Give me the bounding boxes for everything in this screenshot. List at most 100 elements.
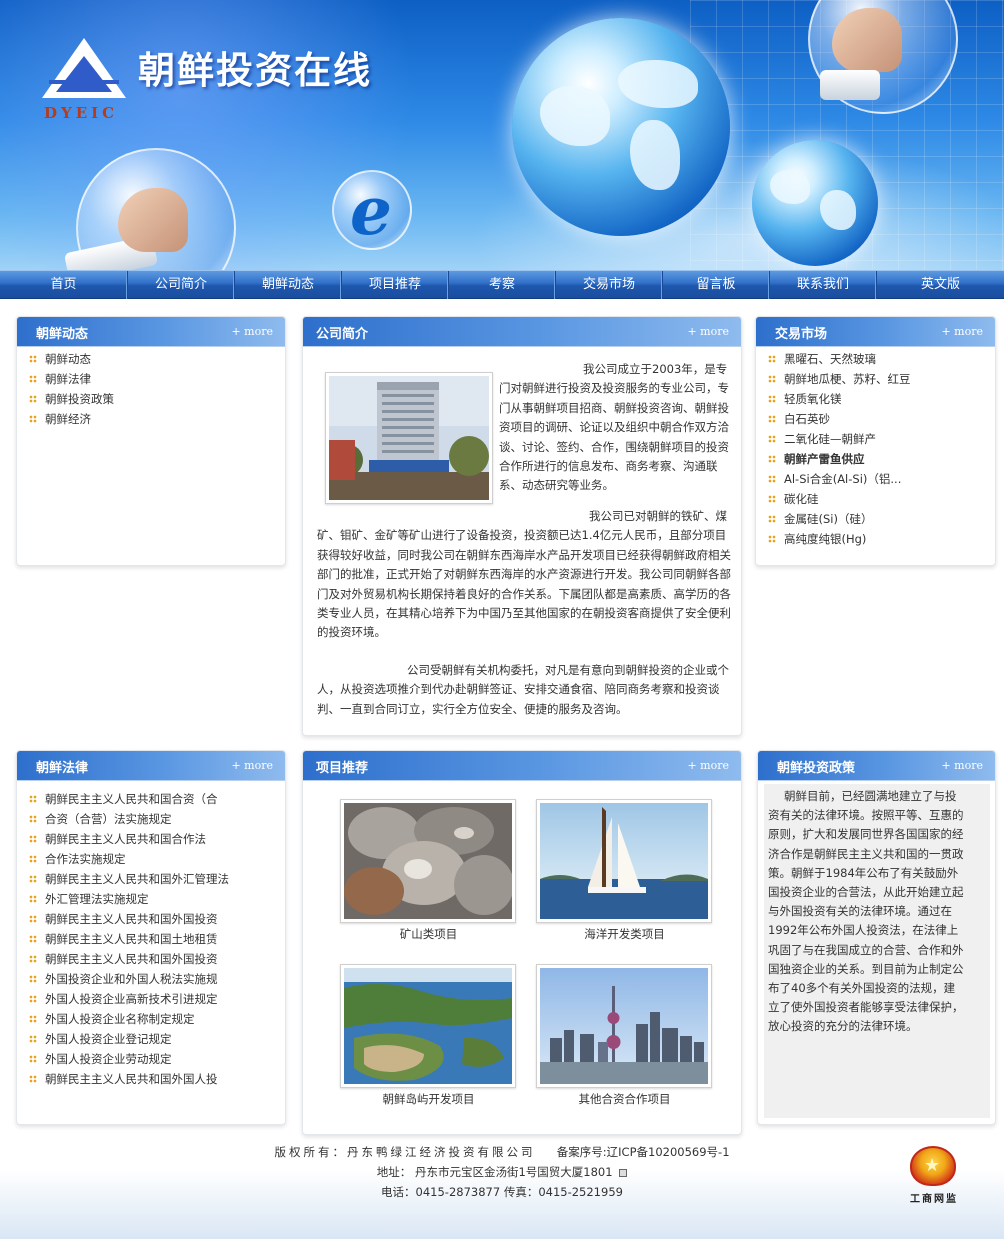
- bullet-icon: [29, 955, 37, 963]
- company-building-photo: [325, 372, 493, 504]
- project-caption[interactable]: 海洋开发类项目: [537, 926, 712, 942]
- panel-title: 公司简介: [316, 327, 369, 342]
- skyline-image: [540, 968, 708, 1084]
- more-link[interactable]: + more: [231, 759, 273, 772]
- bullet-icon: [768, 535, 776, 543]
- list-item[interactable]: 外汇管理法实施规定: [27, 889, 229, 909]
- bullet-icon: [29, 835, 37, 843]
- project-caption[interactable]: 朝鲜岛屿开发项目: [341, 1091, 516, 1107]
- handshake-icon: [118, 188, 188, 252]
- list-item[interactable]: 外国人投资企业劳动规定: [27, 1049, 229, 1069]
- list-item[interactable]: 朝鲜民主主义人民共和国外国人投: [27, 1069, 229, 1089]
- list-item[interactable]: 朝鲜民主主义人民共和国外汇管理法: [27, 869, 229, 889]
- nav-item-inspection[interactable]: 考察: [449, 271, 556, 299]
- nav-item-about[interactable]: 公司简介: [128, 271, 235, 299]
- panel-law: 朝鲜法律 + more 朝鲜民主主义人民共和国合资（合 合资（合营）法实施规定 …: [16, 750, 286, 1125]
- list-item[interactable]: 金属硅(Si)（硅）: [766, 509, 911, 529]
- project-island-photo[interactable]: [340, 964, 516, 1088]
- more-link[interactable]: + more: [231, 325, 273, 338]
- bullet-icon: [29, 395, 37, 403]
- more-link[interactable]: + more: [687, 325, 729, 338]
- nav-item-market[interactable]: 交易市场: [556, 271, 663, 299]
- project-caption[interactable]: 矿山类项目: [341, 926, 516, 942]
- more-link[interactable]: + more: [687, 759, 729, 772]
- star-icon: ★: [924, 1155, 941, 1176]
- list-item[interactable]: 朝鲜动态: [27, 349, 114, 369]
- bullet-icon: [768, 375, 776, 383]
- bullet-icon: [29, 415, 37, 423]
- list-item[interactable]: 外国人投资企业高新技术引进规定: [27, 989, 229, 1009]
- header-banner: e DYEIC 朝鲜投资在线: [0, 0, 1004, 270]
- bullet-icon: [768, 415, 776, 423]
- list-item[interactable]: 外国人投资企业名称制定规定: [27, 1009, 229, 1029]
- nav-item-home[interactable]: 首页: [0, 271, 128, 299]
- panel-profile: 公司简介 + more 我公司成立于2003年，是专门对朝鲜进行投资及投资服务的…: [302, 316, 742, 736]
- badge-label: 工商网监: [910, 1194, 958, 1205]
- more-link[interactable]: + more: [941, 759, 983, 772]
- project-other-photo[interactable]: [536, 964, 712, 1088]
- project-mining-photo[interactable]: [340, 799, 516, 923]
- panel-header: 朝鲜法律 + more: [17, 751, 285, 781]
- bullet-icon: [768, 355, 776, 363]
- bullet-icon: [29, 355, 37, 363]
- list-item[interactable]: 合作法实施规定: [27, 849, 229, 869]
- list-item[interactable]: 二氧化硅—朝鲜产: [766, 429, 911, 449]
- list-item[interactable]: 朝鲜民主主义人民共和国外国投资: [27, 909, 229, 929]
- panel-dynamics: 朝鲜动态 + more 朝鲜动态 朝鲜法律 朝鲜投资政策 朝鲜经济: [16, 316, 286, 566]
- footer-address-line: 地址： 丹东市元宝区金汤街1号国贸大厦1801: [0, 1164, 1004, 1180]
- list-item[interactable]: 合资（合营）法实施规定: [27, 809, 229, 829]
- profile-paragraph-3: 公司受朝鲜有关机构委托，对凡是有意向到朝鲜投资的企业或个人，从投资选项推介到代办…: [317, 663, 729, 716]
- list-item[interactable]: 碳化硅: [766, 489, 911, 509]
- panel-header: 朝鲜动态 + more: [17, 317, 285, 347]
- main-nav: 首页 公司简介 朝鲜动态 项目推荐 考察 交易市场 留言板 联系我们 英文版: [0, 270, 1004, 299]
- ore-image: [344, 803, 514, 919]
- bullet-icon: [29, 935, 37, 943]
- building-image: [329, 376, 489, 500]
- project-ocean-photo[interactable]: [536, 799, 712, 923]
- nav-item-contact[interactable]: 联系我们: [770, 271, 877, 299]
- list-item[interactable]: 轻质氧化镁: [766, 389, 911, 409]
- list-item[interactable]: 朝鲜产雷鱼供应: [766, 449, 911, 469]
- panel-title: 交易市场: [775, 327, 828, 342]
- list-item[interactable]: 朝鲜民主主义人民共和国合作法: [27, 829, 229, 849]
- list-item[interactable]: 朝鲜民主主义人民共和国土地租赁: [27, 929, 229, 949]
- footer-copyright-line: 版权所有：丹东鸭绿江经济投资有限公司 备案序号:辽ICP备10200569号-1: [0, 1144, 1004, 1160]
- list-item[interactable]: 朝鲜经济: [27, 409, 114, 429]
- panel-policy: 朝鲜投资政策 + more 朝鲜目前，已经圆满地建立了与投资有关的法律环境。按照…: [757, 750, 996, 1125]
- list-item[interactable]: 朝鲜民主主义人民共和国外国投资: [27, 949, 229, 969]
- list-item[interactable]: 外国投资企业和外国人税法实施规: [27, 969, 229, 989]
- list-item[interactable]: 朝鲜法律: [27, 369, 114, 389]
- panel-header: 公司简介 + more: [303, 317, 741, 347]
- list-item[interactable]: 高纯度纯银(Hg): [766, 529, 911, 549]
- project-caption[interactable]: 其他合资合作项目: [537, 1091, 712, 1107]
- list-item[interactable]: 朝鲜民主主义人民共和国合资（合: [27, 789, 229, 809]
- nav-item-english[interactable]: 英文版: [877, 271, 1004, 299]
- bullet-icon: [29, 855, 37, 863]
- list-item[interactable]: 朝鲜地瓜梗、苏籽、红豆: [766, 369, 911, 389]
- logo-abbreviation: DYEIC: [44, 104, 119, 122]
- policy-text-box: 朝鲜目前，已经圆满地建立了与投资有关的法律环境。按照平等、互惠的原则，扩大和发展…: [764, 784, 990, 1118]
- globe-small-icon: [752, 140, 878, 266]
- bullet-icon: [29, 1015, 37, 1023]
- list-item[interactable]: 朝鲜投资政策: [27, 389, 114, 409]
- bullet-icon: [768, 455, 776, 463]
- list-item[interactable]: Al-Si合金(Al-Si)（铝...: [766, 469, 911, 489]
- bullet-icon: [29, 995, 37, 1003]
- footer-phone: 电话：0415-2873877 传真：0415-2521959: [381, 1185, 623, 1199]
- nav-item-news[interactable]: 朝鲜动态: [235, 271, 342, 299]
- list-item[interactable]: 黑曜石、天然玻璃: [766, 349, 911, 369]
- business-license-badge-icon[interactable]: ★: [910, 1146, 956, 1186]
- nav-item-guestbook[interactable]: 留言板: [663, 271, 770, 299]
- bullet-icon: [29, 1055, 37, 1063]
- island-image: [344, 968, 512, 1084]
- map-icon[interactable]: [619, 1168, 628, 1177]
- bullet-icon: [29, 875, 37, 883]
- nav-item-projects[interactable]: 项目推荐: [342, 271, 449, 299]
- list-item[interactable]: 白石英砂: [766, 409, 911, 429]
- more-link[interactable]: + more: [941, 325, 983, 338]
- panel-title: 朝鲜动态: [36, 327, 89, 342]
- panel-header: 项目推荐 + more: [303, 751, 741, 781]
- list-item[interactable]: 外国人投资企业登记规定: [27, 1029, 229, 1049]
- bullet-icon: [768, 395, 776, 403]
- footer-icp[interactable]: 备案序号:辽ICP备10200569号-1: [557, 1145, 730, 1159]
